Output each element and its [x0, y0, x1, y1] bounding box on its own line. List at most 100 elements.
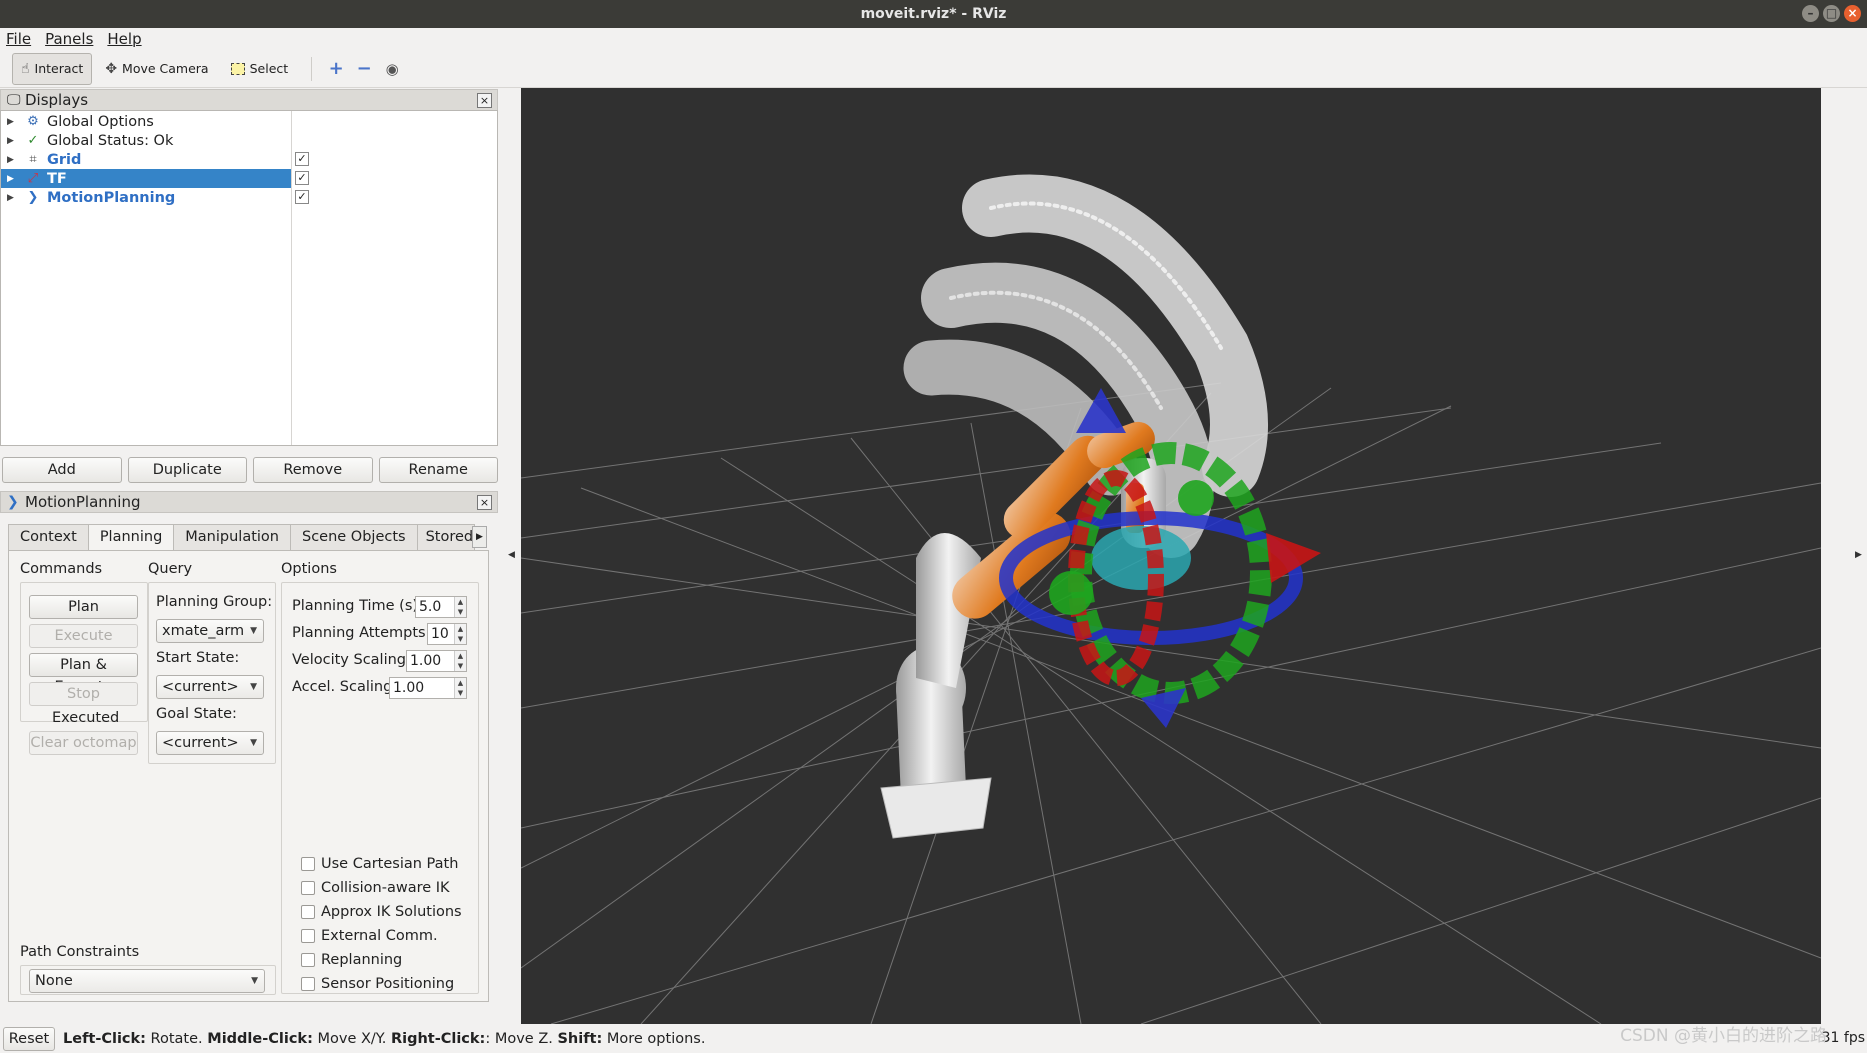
checkmark-icon: ✓ [27, 133, 39, 148]
menu-help[interactable]: Help [107, 30, 141, 48]
displays-panel-title: 🖵 Displays × [0, 89, 498, 111]
gear-icon: ⚙ [27, 114, 39, 129]
tab-scroll-right-icon[interactable]: ▶ [472, 526, 487, 548]
expand-arrow-icon[interactable]: ▶ [7, 174, 14, 184]
motion-planning-enabled-checkbox[interactable]: ✓ [295, 190, 309, 204]
planning-time-value: 5.0 [419, 599, 442, 615]
goal-state-label: Goal State: [156, 706, 237, 722]
checkbox-box[interactable] [301, 881, 315, 895]
right-dock-collapse-strip[interactable]: ▶ [1822, 88, 1867, 1024]
tab-stored[interactable]: Stored [416, 524, 475, 550]
add-tool-plus-icon[interactable]: + [322, 55, 350, 83]
planning-group-select[interactable]: xmate_arm ▼ [156, 619, 264, 643]
left-dock-collapse-strip[interactable]: ◀ [503, 88, 521, 1024]
checkbox-box[interactable] [301, 977, 315, 991]
planning-attempts-value: 10 [431, 626, 449, 642]
tree-row-tf[interactable]: ▶ ⤢ TF ✓ [1, 169, 499, 188]
tree-row-label: Grid [47, 151, 82, 168]
motion-planning-icon: ❯ [27, 190, 39, 205]
remove-tool-minus-icon[interactable]: − [350, 55, 378, 83]
minimize-button[interactable]: – [1802, 5, 1819, 22]
external-comm-checkbox[interactable]: External Comm. [301, 926, 438, 946]
checkbox-box[interactable] [301, 905, 315, 919]
reset-view-button[interactable]: Reset [3, 1026, 55, 1051]
close-button[interactable]: × [1844, 5, 1861, 22]
tab-planning[interactable]: Planning [87, 524, 175, 551]
collision-aware-ik-checkbox[interactable]: Collision-aware IK [301, 878, 450, 898]
close-panel-icon[interactable]: × [477, 93, 492, 108]
collapse-left-arrow-icon[interactable]: ◀ [508, 550, 515, 560]
menu-panels[interactable]: Panels [45, 30, 93, 48]
path-constraints-select[interactable]: None ▼ [29, 969, 265, 993]
checkbox-label: Collision-aware IK [321, 880, 450, 896]
motion-planning-icon: ❯ [7, 494, 19, 510]
planning-attempts-spinbox[interactable]: 10 ▲ ▼ [427, 623, 467, 645]
grid-enabled-checkbox[interactable]: ✓ [295, 152, 309, 166]
checkbox-box[interactable] [301, 953, 315, 967]
grid-icon: ⌗ [29, 152, 37, 167]
maximize-button[interactable]: □ [1823, 5, 1840, 22]
goal-state-value: <current> [162, 735, 239, 751]
spin-arrows-icon[interactable]: ▲ ▼ [454, 651, 466, 671]
hint-middle-click: Move X/Y. [312, 1030, 391, 1047]
execute-button[interactable]: Execute [29, 624, 138, 648]
use-cartesian-path-checkbox[interactable]: Use Cartesian Path [301, 854, 458, 874]
hint-right-click-key: Right-Click: [390, 1030, 486, 1047]
displays-tree: ▶ ⚙ Global Options ▶ ✓ Global Status: Ok… [0, 110, 498, 446]
tree-row-motion-planning[interactable]: ▶ ❯ MotionPlanning ✓ [1, 188, 499, 207]
replanning-checkbox[interactable]: Replanning [301, 950, 402, 970]
sensor-positioning-checkbox[interactable]: Sensor Positioning [301, 974, 454, 994]
menu-file[interactable]: File [6, 30, 31, 48]
checkbox-box[interactable] [301, 929, 315, 943]
window-title: moveit.rviz* - RViz [860, 6, 1007, 22]
tab-context[interactable]: Context [8, 524, 89, 550]
planning-time-label: Planning Time (s): [292, 598, 423, 614]
remove-display-button[interactable]: Remove [253, 457, 373, 483]
3d-scene[interactable] [521, 88, 1821, 1024]
goal-state-select[interactable]: <current> ▼ [156, 731, 264, 755]
move-camera-label: Move Camera [122, 61, 209, 76]
velocity-scaling-spinbox[interactable]: 1.00 ▲ ▼ [406, 650, 467, 672]
motion-planning-tabs: Context Planning Manipulation Scene Obje… [8, 524, 475, 551]
start-state-select[interactable]: <current> ▼ [156, 675, 264, 699]
approx-ik-solutions-checkbox[interactable]: Approx IK Solutions [301, 902, 462, 922]
plan-and-execute-button[interactable]: Plan & Execute [29, 653, 138, 695]
stop-button[interactable]: Stop [29, 682, 138, 706]
spin-arrows-icon[interactable]: ▲ ▼ [454, 678, 466, 698]
tf-enabled-checkbox[interactable]: ✓ [295, 171, 309, 185]
rename-display-button[interactable]: Rename [378, 457, 498, 483]
accel-scaling-spinbox[interactable]: 1.00 ▲ ▼ [389, 677, 467, 699]
select-tool-button[interactable]: Select [222, 53, 298, 85]
checkbox-label: Approx IK Solutions [321, 904, 462, 920]
planning-time-spinbox[interactable]: 5.0 ▲ ▼ [415, 596, 467, 618]
execution-status-label: Executed [52, 710, 120, 726]
tab-scene-objects[interactable]: Scene Objects [289, 524, 418, 550]
toolbar-separator [311, 56, 313, 81]
checkbox-box[interactable] [301, 857, 315, 871]
tab-manipulation[interactable]: Manipulation [173, 524, 291, 550]
tree-row-grid[interactable]: ▶ ⌗ Grid ✓ [1, 150, 499, 169]
eye-icon[interactable]: ◉ [378, 55, 406, 83]
checkbox-label: Replanning [321, 952, 403, 968]
add-display-button[interactable]: Add [2, 457, 122, 483]
plan-button[interactable]: Plan [29, 595, 138, 619]
expand-arrow-icon[interactable]: ▶ [7, 136, 14, 146]
interact-tool-button[interactable]: ☝ Interact [12, 52, 93, 85]
close-panel-icon[interactable]: × [477, 495, 492, 510]
move-camera-icon: ✥ [105, 60, 118, 77]
spin-arrows-icon[interactable]: ▲ ▼ [454, 624, 466, 644]
expand-arrow-icon[interactable]: ▶ [7, 155, 14, 165]
render-viewport[interactable] [521, 88, 1821, 1024]
move-camera-tool-button[interactable]: ✥ Move Camera [96, 53, 217, 85]
tree-row-global-options[interactable]: ▶ ⚙ Global Options [1, 112, 499, 131]
clear-octomap-button[interactable]: Clear octomap [29, 731, 138, 755]
expand-arrow-icon[interactable]: ▶ [7, 193, 14, 203]
duplicate-display-button[interactable]: Duplicate [127, 457, 247, 483]
tree-row-label: MotionPlanning [47, 189, 176, 206]
hint-left-click: Rotate. [145, 1030, 208, 1047]
toolbar: ☝ Interact ✥ Move Camera Select + − ◉ [0, 50, 1867, 88]
expand-arrow-icon[interactable]: ▶ [7, 117, 14, 127]
collapse-right-arrow-icon[interactable]: ▶ [1855, 550, 1862, 560]
spin-arrows-icon[interactable]: ▲ ▼ [454, 597, 466, 617]
tree-row-global-status[interactable]: ▶ ✓ Global Status: Ok [1, 131, 499, 150]
